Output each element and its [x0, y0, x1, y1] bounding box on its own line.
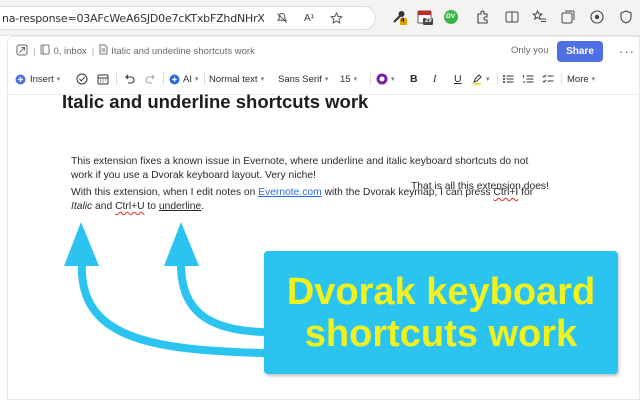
favorite-star-icon[interactable] [327, 9, 345, 27]
extension-badge: 4 [401, 18, 405, 24]
breadcrumb-notebook[interactable]: 0, inbox [53, 46, 86, 57]
closing-line[interactable]: That is all this extension does! [411, 181, 549, 192]
browser-toolbar: na-response=03AFcWeA6SJD0e7cKTxbFZhdNHrX… [0, 0, 640, 36]
callout-line-1: Dvorak keyboard [286, 270, 596, 313]
chevron-down-icon: ▾ [194, 76, 199, 83]
paragraph-1-line-1: This extension fixes a known issue in Ev… [71, 156, 529, 167]
evernote-link[interactable]: Evernote.com [258, 187, 322, 198]
bulleted-list-icon[interactable] [502, 71, 514, 87]
insert-button[interactable]: Insert ▾ [15, 71, 60, 87]
task-icon[interactable] [76, 71, 88, 87]
callout-banner: Dvorak keyboard shortcuts work [264, 251, 618, 374]
more-options-icon[interactable]: ··· [619, 44, 635, 59]
paragraph-style-select[interactable]: Normal text ▾ [209, 71, 264, 87]
toolbar-divider [561, 73, 562, 85]
underline-word: underline [158, 201, 202, 212]
chevron-down-icon: ▾ [260, 76, 265, 83]
favorites-icon[interactable] [531, 9, 547, 25]
extension-wrench-icon[interactable]: 4 [391, 9, 407, 25]
highlight-button[interactable]: ▾ [471, 71, 490, 87]
toolbar-divider [163, 73, 164, 85]
numbered-list-icon[interactable] [522, 71, 534, 87]
toolbar-divider [116, 73, 117, 85]
chevron-down-icon: ▾ [353, 76, 358, 83]
share-button[interactable]: Share [557, 41, 603, 62]
expand-note-icon[interactable] [16, 44, 28, 59]
address-bar[interactable]: na-response=03AFcWeA6SJD0e7cKTxbFZhdNHrX… [0, 6, 376, 30]
more-label: More [567, 73, 589, 85]
paragraph-2-text: . [201, 201, 205, 212]
extension-dv-label: DV [446, 13, 456, 20]
callout-line-2: shortcuts work [304, 312, 578, 355]
formatting-toolbar: Insert ▾ AI ▾ Normal text ▾ Sans Serif ▾… [8, 67, 640, 91]
breadcrumb: | 0, inbox | Italic and underline shortc… [16, 44, 255, 59]
paragraph-2-text: and [92, 201, 116, 212]
note-paragraph-1-cont[interactable]: work if you use a Dvorak keyboard layout… [71, 168, 316, 183]
plus-icon [15, 74, 26, 84]
copilot-icon[interactable] [589, 9, 605, 25]
font-size-value: 15 [340, 73, 351, 85]
font-family-value: Sans Serif [278, 73, 322, 85]
note-title[interactable]: Italic and underline shortcuts work [62, 91, 368, 113]
highlighter-icon [473, 74, 482, 85]
extensions-puzzle-icon[interactable] [475, 9, 491, 25]
chevron-down-icon: ▾ [486, 76, 490, 83]
extension-dv-icon[interactable]: DV [443, 9, 459, 25]
paragraph-1-line-2: work if you use a Dvorak keyboard layout… [71, 170, 316, 181]
chevron-down-icon: ▾ [56, 76, 61, 83]
chevron-down-icon: ▾ [591, 76, 596, 83]
read-aloud-icon[interactable]: A¹ [300, 9, 318, 27]
sharing-status: Only you [511, 45, 549, 56]
italic-word: Italic [71, 201, 93, 212]
italic-button[interactable]: I [433, 71, 437, 87]
extension-badge: 29 [425, 18, 432, 24]
insert-label: Insert [30, 73, 54, 85]
more-formatting-button[interactable]: More ▾ [567, 71, 595, 87]
notifications-blocked-icon[interactable] [273, 9, 291, 27]
toolbar-divider [204, 73, 205, 85]
font-family-select[interactable]: Sans Serif ▾ [278, 71, 328, 87]
notebook-icon [40, 44, 50, 58]
screenshot-frame: na-response=03AFcWeA6SJD0e7cKTxbFZhdNHrX… [0, 0, 640, 400]
note-paragraph-1[interactable]: This extension fixes a known issue in Ev… [71, 154, 528, 169]
extension-calendar-icon[interactable]: 29 [417, 9, 433, 25]
text-color-icon [376, 73, 388, 85]
split-screen-icon[interactable] [504, 9, 520, 25]
ai-sparkle-icon [169, 74, 180, 84]
browser-essentials-icon[interactable] [618, 9, 634, 25]
calendar-icon[interactable] [97, 71, 109, 87]
breadcrumb-note[interactable]: Italic and underline shortcuts work [111, 46, 255, 57]
breadcrumb-separator: | [33, 45, 36, 57]
url-text[interactable]: na-response=03AFcWeA6SJD0e7cKTxbFZhdNHrX… [2, 12, 264, 25]
toolbar-divider [370, 73, 371, 85]
font-size-select[interactable]: 15 ▾ [340, 71, 357, 87]
note-paragraph-2-cont[interactable]: Italic and Ctrl+U to underline. [71, 199, 204, 214]
redo-icon[interactable] [145, 71, 157, 87]
ai-button[interactable]: AI ▾ [169, 71, 199, 87]
undo-icon[interactable] [123, 71, 135, 87]
bold-button[interactable]: B [410, 71, 418, 87]
note-icon [99, 44, 108, 58]
paragraph-2-text: With this extension, when I edit notes o… [71, 187, 259, 198]
collections-icon[interactable] [560, 9, 576, 25]
chevron-down-icon: ▾ [324, 76, 329, 83]
toolbar-divider [497, 73, 498, 85]
chevron-down-icon: ▾ [391, 76, 395, 83]
shortcut-ctrl-u: Ctrl+U [115, 201, 145, 212]
note-header: | 0, inbox | Italic and underline shortc… [8, 37, 640, 65]
checklist-icon[interactable] [542, 71, 554, 87]
paragraph-style-value: Normal text [209, 73, 258, 85]
underline-button[interactable]: U [454, 71, 462, 87]
text-color-button[interactable]: ▾ [376, 71, 395, 87]
breadcrumb-separator: | [91, 45, 95, 57]
ai-label: AI [183, 73, 192, 85]
paragraph-2-text: to [144, 201, 159, 212]
